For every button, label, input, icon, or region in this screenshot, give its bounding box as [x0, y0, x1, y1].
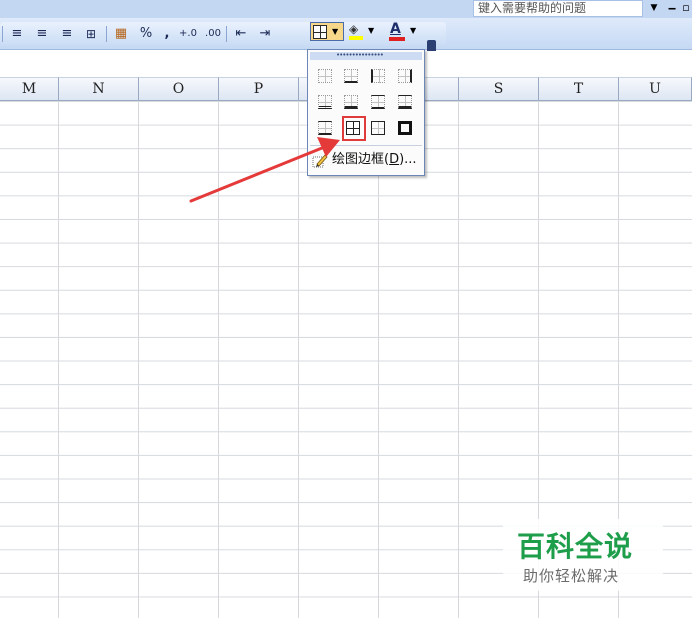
right-border-icon[interactable] [398, 69, 412, 83]
chevron-down-icon[interactable]: ▼ [332, 25, 338, 39]
menu-divider [310, 145, 422, 146]
font-color-glyph: A [390, 21, 401, 37]
bottom-border-icon[interactable] [344, 69, 358, 83]
borders-dropdown-menu: ••••••••••••••• 绘图边框(D)... [307, 49, 425, 176]
pencil-icon [312, 154, 328, 168]
column-header-T[interactable]: T [539, 77, 619, 101]
no-border-icon[interactable] [318, 69, 332, 83]
fill-color-swatch [349, 36, 363, 40]
currency-style-icon[interactable]: ▦ [112, 25, 130, 43]
highlight-frame [342, 116, 366, 141]
percent-style-button[interactable]: % [137, 25, 155, 43]
top-strip: 键入需要帮助的问题 ▼ ‒ ▫ [0, 0, 692, 18]
outside-borders-icon[interactable] [371, 121, 385, 135]
font-color-button[interactable]: A ▼ [387, 21, 421, 41]
column-header-S[interactable]: S [459, 77, 539, 101]
column-header-P[interactable]: P [219, 77, 299, 101]
grid-column-line [218, 101, 219, 618]
toolbar-separator [2, 26, 3, 42]
chevron-down-icon[interactable]: ▼ [410, 24, 416, 38]
double-bottom-border-icon[interactable] [318, 95, 332, 109]
grip-dots-icon: ••••••••••••••• [336, 51, 384, 59]
top-thick-bottom-border-icon[interactable] [398, 95, 412, 109]
thick-bottom-border-icon[interactable] [344, 95, 358, 109]
chevron-down-icon[interactable]: ▼ [368, 24, 374, 38]
watermark: 百科全说 助你轻松解决 [503, 519, 663, 591]
font-color-swatch [389, 37, 405, 41]
grid-column-line [58, 101, 59, 618]
watermark-title: 百科全说 [517, 530, 634, 563]
grid-column-line [138, 101, 139, 618]
comma-style-button[interactable]: , [158, 25, 176, 43]
top-double-bottom-border-icon[interactable] [318, 121, 332, 135]
align-right-icon[interactable]: ≡ [58, 25, 76, 43]
draw-borders-menu-item[interactable]: 绘图边框(D)... [310, 150, 422, 170]
thick-box-border-icon[interactable] [398, 121, 412, 135]
draw-borders-label: 绘图边框(D)... [332, 152, 417, 167]
watermark-subtitle: 助你轻松解决 [523, 567, 620, 585]
menu-drag-handle[interactable]: ••••••••••••••• [310, 52, 422, 60]
grid-column-line [298, 101, 299, 618]
column-header-M[interactable]: M [0, 77, 59, 101]
align-left-icon[interactable]: ≡ [8, 25, 26, 43]
toolbar-separator [226, 26, 227, 42]
paint-bucket-icon: ◈ [349, 22, 359, 36]
top-bottom-border-icon[interactable] [371, 95, 385, 109]
grid-column-line [458, 101, 459, 618]
window-restore-icon[interactable]: ▫ [680, 0, 692, 16]
increase-decimal-button[interactable]: +.0 [177, 25, 199, 43]
toolbar-band: ≡ ≡ ≡ ⊞ ▦ % , +.0 .00 ⇤ ⇥ [0, 22, 446, 46]
column-header-O[interactable]: O [139, 77, 219, 101]
window-minimize-icon[interactable]: ‒ [666, 0, 678, 16]
column-header-N[interactable]: N [59, 77, 139, 101]
borders-button[interactable]: ▼ [310, 22, 344, 41]
column-header-U[interactable]: U [619, 77, 692, 101]
left-border-icon[interactable] [371, 69, 385, 83]
fill-color-button[interactable]: ◈ ▼ [347, 22, 377, 41]
grid-column-line [378, 101, 379, 618]
toolbar-separator [106, 26, 107, 42]
increase-indent-icon[interactable]: ⇥ [256, 25, 274, 43]
align-center-icon[interactable]: ≡ [33, 25, 51, 43]
help-search-input[interactable]: 键入需要帮助的问题 [473, 0, 643, 17]
help-dropdown-arrow-icon[interactable]: ▼ [646, 1, 662, 16]
decrease-indent-icon[interactable]: ⇤ [232, 25, 250, 43]
merge-center-icon[interactable]: ⊞ [82, 25, 100, 43]
formatting-toolbar: ≡ ≡ ≡ ⊞ ▦ % , +.0 .00 ⇤ ⇥ ▼ ◈ ▼ A ▼ [0, 18, 692, 54]
decrease-decimal-button[interactable]: .00 [202, 25, 224, 43]
all-borders-icon [313, 25, 327, 39]
